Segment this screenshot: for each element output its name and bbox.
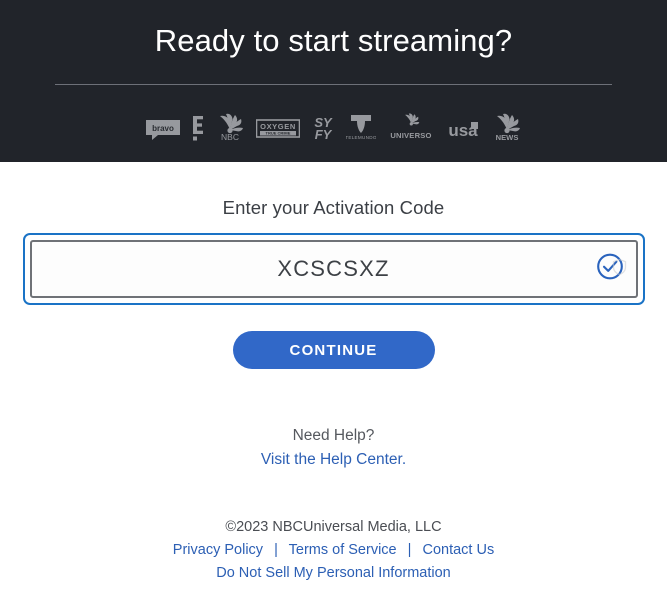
network-logo-strip: bravo NBC OXYGEN TRUE CRIME SY FY TELEMU… bbox=[145, 109, 523, 141]
terms-of-service-link[interactable]: Terms of Service bbox=[289, 542, 397, 558]
footer-link-row: Privacy Policy | Terms of Service | Cont… bbox=[173, 539, 494, 561]
bravo-logo: bravo bbox=[145, 111, 181, 141]
page-title: Ready to start streaming? bbox=[154, 23, 513, 58]
svg-text:bravo: bravo bbox=[152, 124, 174, 133]
help-section: Need Help? Visit the Help Center. bbox=[261, 425, 406, 472]
continue-button[interactable]: CONTINUE bbox=[232, 331, 435, 369]
svg-text:TELEMUNDO: TELEMUNDO bbox=[346, 135, 376, 140]
svg-text:NBC: NBC bbox=[221, 132, 239, 141]
footer-separator-1: | bbox=[274, 541, 278, 558]
svg-text:NEWS: NEWS bbox=[495, 133, 518, 141]
nbc-news-logo: NEWS bbox=[491, 111, 523, 141]
activation-code-value: XCSCSXZ bbox=[277, 256, 390, 281]
help-center-link[interactable]: Visit the Help Center. bbox=[261, 449, 406, 471]
activation-code-input[interactable]: XCSCSXZ bbox=[29, 240, 638, 298]
usa-network-logo: usa bbox=[446, 111, 480, 141]
svg-text:FY: FY bbox=[314, 127, 332, 141]
need-help-text: Need Help? bbox=[292, 427, 375, 444]
telemundo-logo: TELEMUNDO bbox=[346, 111, 376, 141]
do-not-sell-link[interactable]: Do Not Sell My Personal Information bbox=[216, 565, 451, 581]
nbc-logo: NBC bbox=[215, 111, 245, 141]
activation-main: Enter your Activation Code XCSCSXZ CONTI bbox=[0, 162, 667, 584]
code-status-icons bbox=[596, 253, 627, 286]
contact-us-link[interactable]: Contact Us bbox=[422, 542, 494, 558]
oxygen-true-crime-logo: OXYGEN TRUE CRIME bbox=[255, 111, 300, 141]
copyright-text: ©2023 NBCUniversal Media, LLC bbox=[225, 518, 442, 535]
svg-text:UNIVERSO: UNIVERSO bbox=[390, 131, 431, 140]
header-divider bbox=[55, 84, 612, 86]
shield-outline-icon bbox=[612, 258, 627, 280]
header-banner: Ready to start streaming? bravo NBC OXYG… bbox=[0, 0, 667, 162]
activation-code-label: Enter your Activation Code bbox=[222, 197, 445, 218]
syfy-logo: SY FY bbox=[311, 111, 335, 141]
footer-separator-2: | bbox=[407, 541, 412, 558]
activation-code-field-wrapper[interactable]: XCSCSXZ bbox=[22, 233, 645, 305]
page-footer: ©2023 NBCUniversal Media, LLC Privacy Po… bbox=[173, 516, 494, 584]
universo-logo: UNIVERSO bbox=[387, 111, 435, 141]
do-not-sell-row: Do Not Sell My Personal Information bbox=[173, 562, 494, 584]
privacy-policy-link[interactable]: Privacy Policy bbox=[173, 542, 263, 558]
e-entertainment-logo bbox=[192, 111, 204, 141]
svg-text:TRUE CRIME: TRUE CRIME bbox=[265, 131, 290, 136]
